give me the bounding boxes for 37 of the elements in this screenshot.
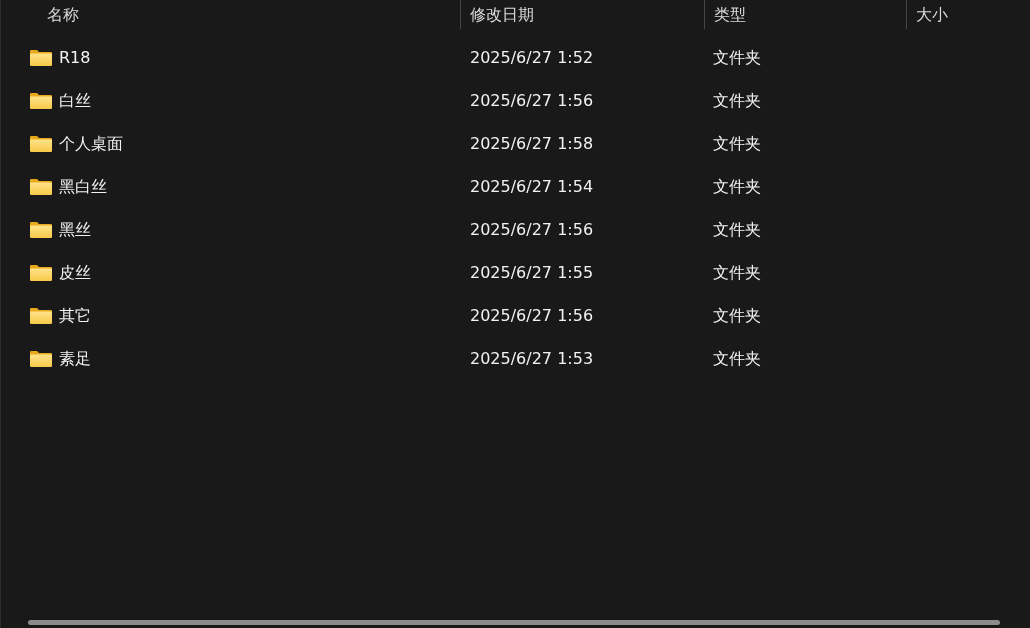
folder-icon — [30, 135, 52, 152]
modified-date: 2025/6/27 1:52 — [470, 47, 594, 67]
folder-icon — [30, 264, 52, 281]
modified-date: 2025/6/27 1:58 — [470, 133, 594, 153]
item-type: 文件夹 — [713, 90, 761, 110]
item-type: 文件夹 — [713, 219, 761, 239]
modified-date: 2025/6/27 1:55 — [470, 262, 594, 282]
folder-name[interactable]: 其它 — [59, 304, 91, 327]
folder-name[interactable]: 白丝 — [59, 89, 91, 112]
modified-date: 2025/6/27 1:54 — [470, 176, 594, 196]
modified-date: 2025/6/27 1:56 — [470, 90, 594, 110]
folder-name[interactable]: 个人桌面 — [59, 132, 123, 155]
folder-name[interactable]: 皮丝 — [59, 261, 91, 284]
folder-icon — [30, 221, 52, 238]
modified-date: 2025/6/27 1:53 — [470, 348, 594, 368]
folder-icon — [30, 350, 52, 367]
folder-name[interactable]: 黑白丝 — [59, 175, 107, 198]
modified-date: 2025/6/27 1:56 — [470, 219, 594, 239]
item-type: 文件夹 — [713, 348, 761, 368]
item-type: 文件夹 — [713, 47, 761, 67]
horizontal-scrollbar[interactable] — [28, 620, 1000, 625]
column-header[interactable]: 名称 — [1, 0, 460, 29]
column-header[interactable]: 大小 — [906, 0, 1030, 29]
item-type: 文件夹 — [713, 176, 761, 196]
folder-name[interactable]: 素足 — [59, 347, 91, 370]
folder-icon — [30, 92, 52, 109]
column-header[interactable]: 修改日期 — [460, 0, 704, 29]
item-type: 文件夹 — [713, 133, 761, 153]
modified-date: 2025/6/27 1:56 — [470, 305, 594, 325]
item-type: 文件夹 — [713, 305, 761, 325]
folder-name[interactable]: 黑丝 — [59, 218, 91, 241]
folder-icon — [30, 307, 52, 324]
column-header[interactable]: 类型 — [704, 0, 906, 29]
item-type: 文件夹 — [713, 262, 761, 282]
folder-name[interactable]: R18 — [59, 46, 91, 69]
folder-icon — [30, 178, 52, 195]
folder-icon — [30, 49, 52, 66]
